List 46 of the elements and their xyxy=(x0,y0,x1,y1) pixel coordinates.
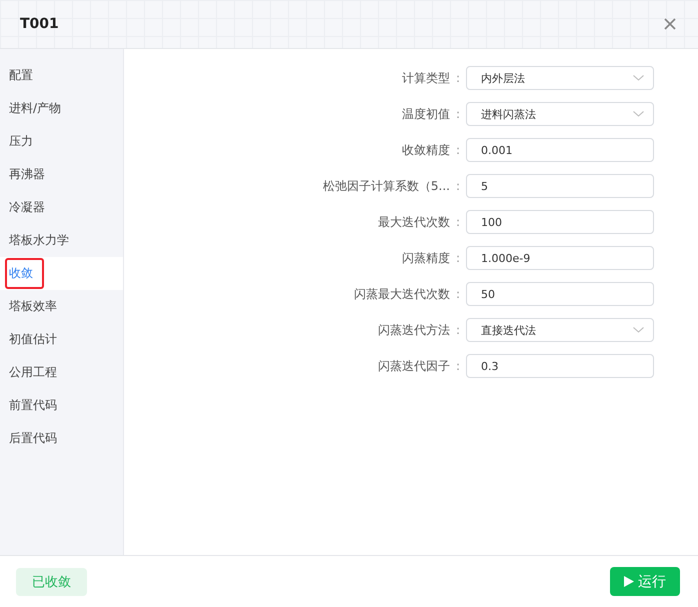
close-icon[interactable] xyxy=(664,18,676,30)
sidebar-item[interactable]: 冷凝器 xyxy=(0,191,123,224)
label-separator: : xyxy=(454,287,462,301)
label-separator: : xyxy=(454,71,462,85)
field-label: 最大迭代次数 xyxy=(377,214,450,230)
label-separator: : xyxy=(454,179,462,193)
sidebar-item[interactable]: 收敛 xyxy=(0,257,123,290)
sidebar-item[interactable]: 塔板水力学 xyxy=(0,224,123,257)
sidebar-item[interactable]: 塔板效率 xyxy=(0,290,123,323)
input-field[interactable]: 50 xyxy=(466,282,654,306)
input-field[interactable]: 0.001 xyxy=(466,138,654,162)
sidebar-item[interactable]: 压力 xyxy=(0,125,123,158)
sidebar-item[interactable]: 后置代码 xyxy=(0,422,123,455)
sidebar-item[interactable]: 初值估计 xyxy=(0,323,123,356)
input-field[interactable]: 0.3 xyxy=(466,354,654,378)
chevron-down-icon xyxy=(633,111,644,117)
dropdown-field[interactable]: 直接迭代法 xyxy=(466,318,654,342)
field-label: 温度初值 xyxy=(401,106,450,122)
sidebar-item[interactable]: 再沸器 xyxy=(0,158,123,191)
label-separator: : xyxy=(454,359,462,373)
label-separator: : xyxy=(454,215,462,229)
label-separator: : xyxy=(454,107,462,121)
sidebar-item[interactable]: 前置代码 xyxy=(0,389,123,422)
input-field[interactable]: 5 xyxy=(466,174,654,198)
sidebar-item[interactable]: 公用工程 xyxy=(0,356,123,389)
dropdown-field[interactable]: 内外层法 xyxy=(466,66,654,90)
sidebar-item[interactable]: 配置 xyxy=(0,59,123,92)
field-label: 闪蒸最大迭代次数 xyxy=(353,286,450,302)
label-separator: : xyxy=(454,323,462,337)
play-icon xyxy=(624,576,634,587)
dropdown-field[interactable]: 进料闪蒸法 xyxy=(466,102,654,126)
status-label: 已收敛 xyxy=(16,568,87,596)
chevron-down-icon xyxy=(633,327,644,333)
field-label: 计算类型 xyxy=(401,70,450,86)
chevron-down-icon xyxy=(633,75,644,81)
input-field[interactable]: 100 xyxy=(466,210,654,234)
field-label: 闪蒸迭代方法 xyxy=(377,322,450,338)
field-label: 闪蒸精度 xyxy=(401,250,450,266)
label-separator: : xyxy=(454,143,462,157)
window-title: T001 xyxy=(20,16,59,32)
field-label: 收敛精度 xyxy=(401,142,450,158)
input-field[interactable]: 1.000e-9 xyxy=(466,246,654,270)
label-separator: : xyxy=(454,251,462,265)
sidebar-item[interactable]: 进料/产物 xyxy=(0,92,123,125)
field-label: 闪蒸迭代因子 xyxy=(377,358,450,374)
field-label: 松弛因子计算系数（5... xyxy=(322,178,450,194)
